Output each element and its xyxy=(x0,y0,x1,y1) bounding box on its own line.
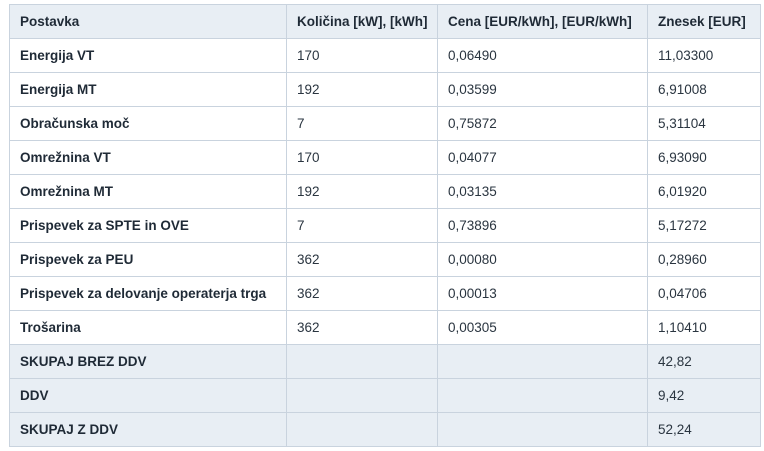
summary-quantity xyxy=(286,378,438,413)
row-label: Prispevek za delovanje operaterja trga xyxy=(9,276,287,311)
row-price: 0,00013 xyxy=(437,276,648,311)
row-amount: 0,04706 xyxy=(647,276,761,311)
row-quantity: 7 xyxy=(286,106,438,141)
row-label: Omrežnina VT xyxy=(9,140,287,175)
row-price: 0,06490 xyxy=(437,38,648,73)
summary-quantity xyxy=(286,344,438,379)
row-quantity: 170 xyxy=(286,38,438,73)
summary-price xyxy=(437,412,648,447)
row-label: Energija MT xyxy=(9,72,287,107)
invoice-table: Postavka Količina [kW], [kWh] Cena [EUR/… xyxy=(9,4,761,447)
header-cena: Cena [EUR/kWh], [EUR/kWh] xyxy=(437,4,648,39)
row-amount: 0,28960 xyxy=(647,242,761,277)
row-label: Obračunska moč xyxy=(9,106,287,141)
row-label: Omrežnina MT xyxy=(9,174,287,209)
row-label: Prispevek za SPTE in OVE xyxy=(9,208,287,243)
table-row: Prispevek za delovanje operaterja trga 3… xyxy=(9,276,761,311)
row-quantity: 362 xyxy=(286,276,438,311)
row-quantity: 7 xyxy=(286,208,438,243)
table-row: Omrežnina MT 192 0,03135 6,01920 xyxy=(9,174,761,209)
row-price: 0,75872 xyxy=(437,106,648,141)
row-quantity: 362 xyxy=(286,310,438,345)
row-price: 0,00080 xyxy=(437,242,648,277)
row-price: 0,03599 xyxy=(437,72,648,107)
summary-quantity xyxy=(286,412,438,447)
summary-label: DDV xyxy=(9,378,287,413)
table-row: Prispevek za PEU 362 0,00080 0,28960 xyxy=(9,242,761,277)
summary-row: SKUPAJ BREZ DDV 42,82 xyxy=(9,344,761,379)
header-znesek: Znesek [EUR] xyxy=(647,4,761,39)
summary-amount: 9,42 xyxy=(647,378,761,413)
summary-label: SKUPAJ BREZ DDV xyxy=(9,344,287,379)
summary-amount: 52,24 xyxy=(647,412,761,447)
row-amount: 6,91008 xyxy=(647,72,761,107)
row-amount: 6,93090 xyxy=(647,140,761,175)
summary-price xyxy=(437,378,648,413)
header-kolicina: Količina [kW], [kWh] xyxy=(286,4,438,39)
row-price: 0,03135 xyxy=(437,174,648,209)
row-label: Energija VT xyxy=(9,38,287,73)
row-label: Prispevek za PEU xyxy=(9,242,287,277)
row-amount: 5,17272 xyxy=(647,208,761,243)
row-price: 0,00305 xyxy=(437,310,648,345)
header-postavka: Postavka xyxy=(9,4,287,39)
table-row: Prispevek za SPTE in OVE 7 0,73896 5,172… xyxy=(9,208,761,243)
row-price: 0,73896 xyxy=(437,208,648,243)
table-row: Obračunska moč 7 0,75872 5,31104 xyxy=(9,106,761,141)
row-amount: 11,03300 xyxy=(647,38,761,73)
row-label: Trošarina xyxy=(9,310,287,345)
table-row: Energija MT 192 0,03599 6,91008 xyxy=(9,72,761,107)
summary-row: SKUPAJ Z DDV 52,24 xyxy=(9,412,761,447)
row-quantity: 362 xyxy=(286,242,438,277)
row-quantity: 192 xyxy=(286,174,438,209)
table-header-row: Postavka Količina [kW], [kWh] Cena [EUR/… xyxy=(9,4,761,39)
row-quantity: 170 xyxy=(286,140,438,175)
summary-amount: 42,82 xyxy=(647,344,761,379)
table-row: Omrežnina VT 170 0,04077 6,93090 xyxy=(9,140,761,175)
row-amount: 1,10410 xyxy=(647,310,761,345)
summary-label: SKUPAJ Z DDV xyxy=(9,412,287,447)
row-amount: 6,01920 xyxy=(647,174,761,209)
row-price: 0,04077 xyxy=(437,140,648,175)
summary-price xyxy=(437,344,648,379)
row-quantity: 192 xyxy=(286,72,438,107)
table-row: Trošarina 362 0,00305 1,10410 xyxy=(9,310,761,345)
row-amount: 5,31104 xyxy=(647,106,761,141)
table-row: Energija VT 170 0,06490 11,03300 xyxy=(9,38,761,73)
summary-row: DDV 9,42 xyxy=(9,378,761,413)
